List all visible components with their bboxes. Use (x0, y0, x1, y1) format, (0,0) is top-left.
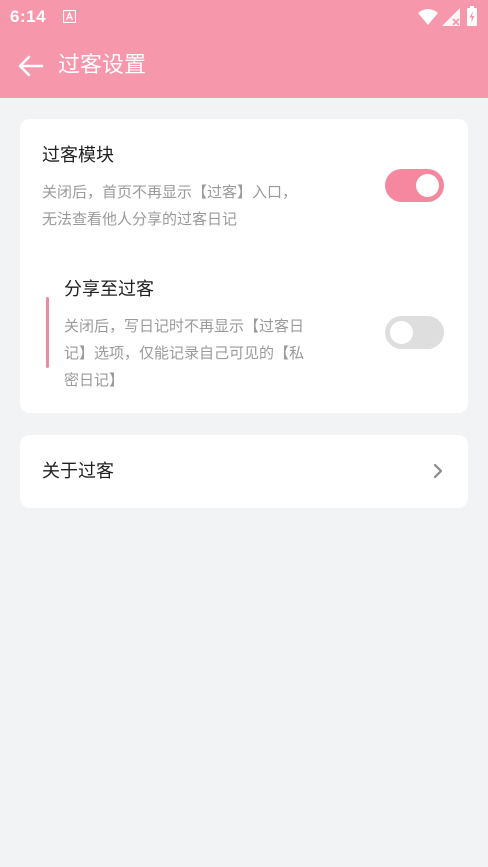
about-guest-item[interactable]: 关于过客 (20, 435, 468, 508)
share-to-guest-toggle[interactable] (385, 316, 444, 349)
guest-module-description-line1: 关闭后，首页不再显示【过客】入口， (42, 183, 298, 201)
share-to-guest-description-line2: 记】选项，仅能记录自己可见的【私 (64, 344, 305, 362)
battery-charging-icon (467, 6, 477, 26)
back-arrow-icon[interactable] (16, 51, 46, 81)
guest-module-toggle[interactable] (385, 169, 444, 202)
toggle-knob (390, 321, 413, 344)
guest-module-title: 过客模块 (42, 145, 114, 166)
app-bar: 过客设置 (0, 34, 488, 98)
chevron-right-icon (433, 463, 443, 479)
toggle-knob (416, 174, 439, 197)
page-title: 过客设置 (58, 53, 147, 78)
share-to-guest-description-line3: 密日记】 (64, 371, 125, 389)
guest-module-description-line2: 无法查看他人分享的过客日记 (42, 210, 238, 228)
about-guest-label: 关于过客 (42, 461, 114, 482)
signal-icon (442, 8, 460, 26)
share-to-guest-title: 分享至过客 (64, 279, 154, 300)
sub-setting-indicator (46, 297, 49, 368)
share-to-guest-description-line1: 关闭后，写日记时不再显示【过客日 (64, 317, 305, 335)
wifi-icon (418, 9, 438, 25)
notification-app-icon (63, 10, 76, 23)
status-time: 6:14 (10, 7, 47, 26)
guest-settings-card: 过客模块 关闭后，首页不再显示【过客】入口， 无法查看他人分享的过客日记 分享至… (20, 119, 468, 413)
status-bar: 6:14 (0, 0, 488, 34)
